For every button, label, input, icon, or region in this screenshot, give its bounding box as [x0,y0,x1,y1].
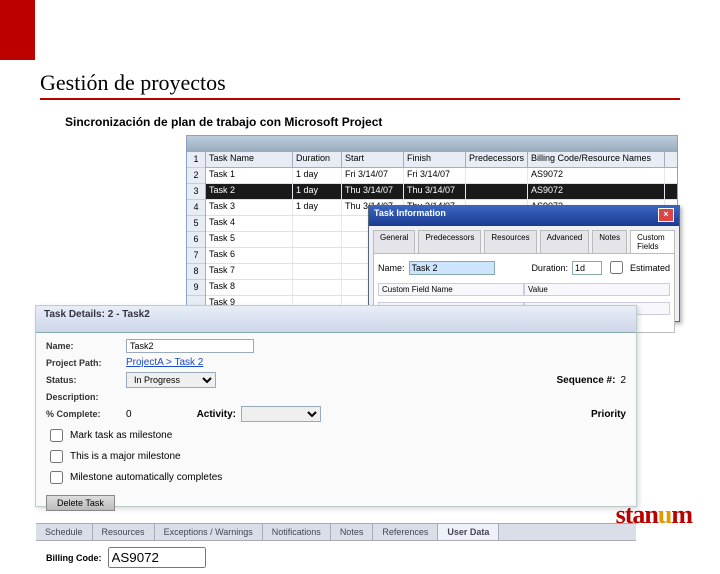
col-task-name[interactable]: Task Name [206,152,293,167]
row-num[interactable]: 8 [187,264,205,280]
tab-advanced[interactable]: Advanced [540,230,590,253]
tab-user-data[interactable]: User Data [438,524,499,540]
auto-complete-checkbox[interactable] [50,471,63,484]
grid-header: Task Name Duration Start Finish Predeces… [206,152,677,168]
page-subtitle: Sincronización de plan de trabajo con Mi… [65,115,382,129]
tab-general[interactable]: General [373,230,415,253]
project-path-label: Project Path: [46,358,121,368]
msproject-toolbar[interactable] [187,136,677,152]
tab-custom-fields[interactable]: Custom Fields [630,230,675,253]
billing-code-input[interactable] [108,547,206,568]
tab-exceptions[interactable]: Exceptions / Warnings [155,524,263,540]
task-details-title: Task Details: 2 - Task2 [36,306,636,333]
major-milestone-label: This is a major milestone [70,451,181,462]
tab-notifications[interactable]: Notifications [263,524,331,540]
auto-complete-label: Milestone automatically completes [70,472,222,483]
col-billing[interactable]: Billing Code/Resource Names [528,152,665,167]
task-name-field[interactable] [126,339,254,353]
project-path-link[interactable]: ProjectA > Task 2 [126,357,203,368]
col-field-name: Custom Field Name [378,283,524,296]
billing-code-label: Billing Code: [46,553,102,563]
tab-references[interactable]: References [373,524,438,540]
row-num[interactable]: 6 [187,232,205,248]
delete-task-button[interactable]: Delete Task [46,495,115,511]
dialog-title: Task Information [374,208,446,224]
estimated-checkbox[interactable] [610,261,623,274]
row-num[interactable]: 1 [187,152,205,168]
activity-select[interactable] [241,406,321,422]
title-divider [40,98,680,100]
status-select[interactable]: In Progress [126,372,216,388]
priority-label: Priority [591,409,626,420]
tab-resources[interactable]: Resources [93,524,155,540]
tab-notes[interactable]: Notes [331,524,374,540]
milestone-label: Mark task as milestone [70,430,172,441]
row-num[interactable]: 4 [187,200,205,216]
sequence-value: 2 [620,375,626,386]
pct-complete-value: 0 [126,409,132,420]
tab-resources[interactable]: Resources [484,230,536,253]
task-details-panel: Task Details: 2 - Task2 Name: Project Pa… [35,305,637,507]
row-num[interactable]: 9 [187,280,205,296]
sequence-label: Sequence #: [557,375,616,386]
brand-logo: stanum [616,500,692,530]
col-start[interactable]: Start [342,152,404,167]
col-finish[interactable]: Finish [404,152,466,167]
table-row[interactable]: Task 11 dayFri 3/14/07Fri 3/14/07AS9072 [206,168,677,184]
row-number-gutter: 1 2 3 4 5 6 7 8 9 [187,152,206,312]
tab-notes[interactable]: Notes [592,230,627,253]
row-num[interactable]: 2 [187,168,205,184]
tab-schedule[interactable]: Schedule [36,524,93,540]
task-name-input[interactable] [409,261,495,275]
pct-complete-label: % Complete: [46,409,121,419]
row-num[interactable]: 5 [187,216,205,232]
col-field-value: Value [524,283,670,296]
status-label: Status: [46,375,121,385]
col-duration[interactable]: Duration [293,152,342,167]
col-predecessors[interactable]: Predecessors [466,152,528,167]
row-num[interactable]: 3 [187,184,205,200]
name-label: Name: [378,263,405,273]
row-num[interactable]: 7 [187,248,205,264]
duration-input[interactable] [572,261,602,275]
close-icon[interactable]: × [658,208,674,222]
milestone-checkbox[interactable] [50,429,63,442]
description-label: Description: [46,392,121,402]
activity-label: Activity: [197,409,236,420]
page-title: Gestión de proyectos [40,70,226,96]
brand-accent-bar [0,0,35,60]
tab-predecessors[interactable]: Predecessors [418,230,481,253]
table-row[interactable]: Task 21 dayThu 3/14/07Thu 3/14/07AS9072 [206,184,677,200]
duration-label: Duration: [531,263,568,273]
name-label: Name: [46,341,121,351]
estimated-label: Estimated [630,263,670,273]
major-milestone-checkbox[interactable] [50,450,63,463]
